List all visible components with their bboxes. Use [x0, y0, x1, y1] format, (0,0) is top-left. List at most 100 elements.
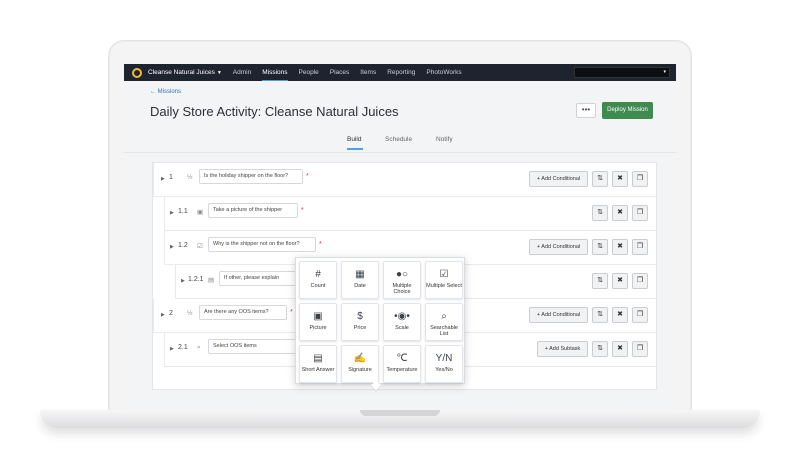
delete-button[interactable]: ✖: [612, 239, 628, 255]
question-input[interactable]: Take a picture of the shipper: [208, 203, 298, 218]
expand-arrow-icon[interactable]: ▶: [170, 244, 174, 250]
nav-item-reporting[interactable]: Reporting: [387, 65, 415, 80]
tab-notify[interactable]: Notify: [436, 136, 453, 143]
checkbox-icon: ☑: [439, 269, 449, 280]
question-type-picker: # Count ▦ Date ●○ Multiple Choice ☑ Mult…: [295, 257, 465, 384]
expand-arrow-icon[interactable]: ▶: [161, 312, 165, 318]
short-answer-icon: ▤: [208, 277, 215, 284]
required-marker: *: [290, 309, 293, 316]
type-tile-yes-no[interactable]: Y/N Yes/No: [425, 345, 463, 383]
header-divider: [124, 152, 676, 153]
add-conditional-button[interactable]: + Add Conditional: [529, 307, 588, 323]
copy-button[interactable]: ❐: [632, 341, 648, 357]
nav-item-people[interactable]: People: [299, 65, 319, 80]
required-marker: *: [319, 241, 322, 248]
delete-button[interactable]: ✖: [612, 205, 628, 221]
task-number: 2.1: [178, 344, 188, 351]
move-button[interactable]: ⇅: [592, 239, 608, 255]
move-button[interactable]: ⇅: [592, 273, 608, 289]
expand-arrow-icon[interactable]: ▶: [161, 176, 165, 182]
type-tile-signature[interactable]: ✍ Signature: [341, 345, 379, 383]
laptop-notch: [360, 410, 440, 416]
delete-button[interactable]: ✖: [612, 307, 628, 323]
logo-icon[interactable]: [132, 67, 142, 78]
app-screen: Cleanse Natural Juices ▼ Admin Missions …: [124, 64, 676, 410]
org-switcher[interactable]: Cleanse Natural Juices: [148, 69, 215, 76]
yes-no-icon: ½: [187, 310, 193, 317]
task-number: 1.2: [178, 242, 188, 249]
task-row[interactable]: ▶ 1.1 ▣ Take a picture of the shipper * …: [164, 197, 656, 231]
tab-bar: Build Schedule Notify: [124, 136, 676, 152]
searchable-list-icon: ⌕: [197, 344, 201, 351]
active-tab-indicator: [347, 148, 363, 150]
nav-item-items[interactable]: Items: [360, 65, 376, 80]
move-button[interactable]: ⇅: [592, 341, 608, 357]
copy-button[interactable]: ❐: [632, 171, 648, 187]
type-tile-temperature[interactable]: ℃ Temperature: [383, 345, 421, 383]
tab-schedule[interactable]: Schedule: [385, 136, 412, 143]
checkbox-icon: ☑: [197, 243, 203, 250]
task-number: 1.1: [178, 208, 188, 215]
type-tile-multiple-choice[interactable]: ●○ Multiple Choice: [383, 261, 421, 299]
signature-icon: ✍: [353, 353, 367, 364]
text-icon: ▤: [313, 353, 323, 364]
question-input[interactable]: Is the holiday shipper on the floor?: [199, 169, 303, 184]
type-tile-searchable-list[interactable]: ⌕ Searchable List: [425, 303, 463, 341]
task-number: 2: [169, 310, 173, 317]
required-marker: *: [301, 207, 304, 214]
type-tile-count[interactable]: # Count: [299, 261, 337, 299]
move-button[interactable]: ⇅: [592, 205, 608, 221]
type-tile-picture[interactable]: ▣ Picture: [299, 303, 337, 341]
type-tile-short-answer[interactable]: ▤ Short Answer: [299, 345, 337, 383]
move-button[interactable]: ⇅: [592, 171, 608, 187]
required-marker: *: [306, 173, 309, 180]
tab-build[interactable]: Build: [347, 136, 361, 143]
delete-button[interactable]: ✖: [612, 341, 628, 357]
copy-button[interactable]: ❐: [632, 307, 648, 323]
slider-icon: •◉•: [394, 311, 410, 322]
question-input[interactable]: Are there any OOS items?: [199, 305, 287, 320]
task-number: 1.2.1: [188, 276, 204, 283]
add-conditional-button[interactable]: + Add Conditional: [529, 239, 588, 255]
account-menu[interactable]: ▾: [574, 67, 670, 78]
add-conditional-button[interactable]: + Add Conditional: [529, 171, 588, 187]
back-link[interactable]: ← Missions: [150, 89, 181, 95]
move-button[interactable]: ⇅: [592, 307, 608, 323]
type-tile-multiple-select[interactable]: ☑ Multiple Select: [425, 261, 463, 299]
question-input[interactable]: Select OOS items: [208, 339, 298, 354]
expand-arrow-icon[interactable]: ▶: [170, 210, 174, 216]
expand-arrow-icon[interactable]: ▶: [181, 278, 185, 284]
more-options-button[interactable]: •••: [576, 103, 596, 118]
chevron-down-icon[interactable]: ▼: [217, 70, 222, 76]
calendar-icon: ▦: [355, 269, 365, 280]
copy-button[interactable]: ❐: [632, 239, 648, 255]
page-title: Daily Store Activity: Cleanse Natural Ju…: [150, 104, 399, 119]
delete-button[interactable]: ✖: [612, 171, 628, 187]
yes-no-icon: ½: [187, 174, 193, 181]
top-nav: Cleanse Natural Juices ▼ Admin Missions …: [124, 64, 676, 81]
camera-icon: ▣: [313, 311, 323, 322]
task-row[interactable]: ▶ 1 ½ Is the holiday shipper on the floo…: [153, 163, 656, 197]
add-subtask-button[interactable]: + Add Subtask: [537, 341, 588, 357]
camera-icon: ▣: [197, 209, 204, 216]
copy-button[interactable]: ❐: [632, 273, 648, 289]
yes-no-icon: Y/N: [435, 353, 453, 364]
search-list-icon: ⌕: [441, 311, 447, 322]
laptop-scene: Cleanse Natural Juices ▼ Admin Missions …: [0, 0, 800, 469]
dollar-icon: $: [357, 311, 363, 322]
nav-item-photoworks[interactable]: PhotoWorks: [426, 65, 461, 80]
nav-item-admin[interactable]: Admin: [233, 65, 251, 80]
deploy-mission-button[interactable]: Deploy Mission: [602, 102, 653, 119]
task-number: 1: [169, 174, 173, 181]
hash-icon: #: [315, 269, 321, 280]
thermometer-icon: ℃: [396, 353, 408, 364]
question-input[interactable]: Why is the shipper not on the floor?: [208, 237, 316, 252]
expand-arrow-icon[interactable]: ▶: [170, 346, 174, 352]
nav-item-missions[interactable]: Missions: [262, 65, 288, 81]
type-tile-scale[interactable]: •◉• Scale: [383, 303, 421, 341]
nav-item-places[interactable]: Places: [330, 65, 350, 80]
delete-button[interactable]: ✖: [612, 273, 628, 289]
type-tile-date[interactable]: ▦ Date: [341, 261, 379, 299]
type-tile-price[interactable]: $ Price: [341, 303, 379, 341]
copy-button[interactable]: ❐: [632, 205, 648, 221]
